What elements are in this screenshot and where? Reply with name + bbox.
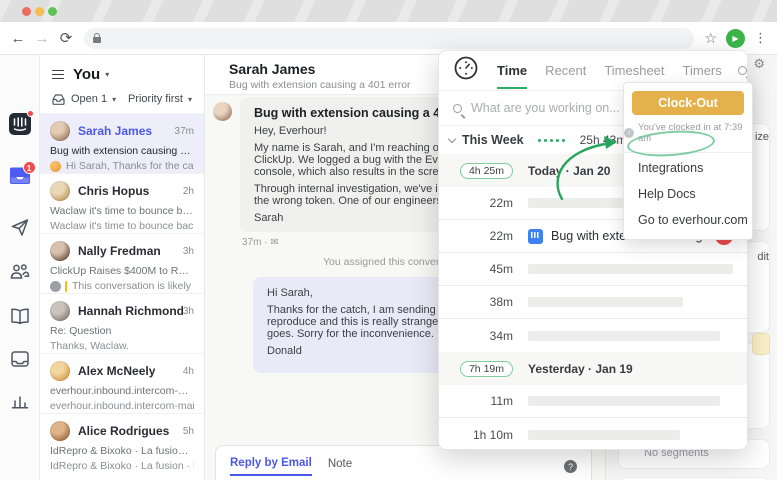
conversation-list: You ▾ Open 1 ▾ Priority first ▾ Sarah Ja… [40, 55, 205, 480]
intercom-task-icon [528, 228, 543, 244]
clock-out-button[interactable]: Clock-Out [632, 91, 744, 115]
conversation-item[interactable]: Nally Fredman 3h ClickUp Raises $400M to… [40, 233, 204, 293]
search-icon[interactable] [737, 62, 747, 80]
open-filter-caret-icon[interactable]: ▾ [112, 95, 116, 104]
forward-icon[interactable]: → [30, 30, 54, 47]
sidebar-item-helpdesk[interactable] [10, 351, 29, 367]
sidebar-item-contacts[interactable] [10, 263, 30, 280]
browser-window: ← → ⟳ ☆ ▶ ⋮ 1 You ▾ Open 1 ▾ Priority fi… [0, 0, 777, 480]
menu-item-help-docs[interactable]: Help Docs [624, 181, 752, 207]
menu-item-go-to-everhour[interactable]: Go to everhour.com [624, 207, 752, 233]
sidebar-item-articles[interactable] [10, 308, 30, 324]
conversation-item[interactable]: Sarah James 37m Bug with extension causi… [40, 113, 204, 173]
inbox-caret-icon[interactable]: ▾ [105, 70, 109, 79]
time-entry-row[interactable]: 1h 10m [439, 418, 747, 449]
avatar [50, 361, 70, 381]
inbox-title[interactable]: You [73, 66, 100, 83]
reply-author-avatar [50, 160, 61, 172]
task-skeleton-bar [528, 330, 720, 341]
address-bar[interactable] [84, 27, 695, 49]
avatar [50, 241, 70, 261]
task-skeleton-bar [528, 396, 720, 406]
account-dropdown-menu: Clock-Out i You've clocked in at 7:39 am… [623, 82, 753, 240]
close-window-button[interactable] [22, 7, 31, 16]
conversation-item[interactable]: Alice Rodrigues 5h IdRepro & Bixoko · La… [40, 413, 204, 473]
day-total-pill: 4h 25m [459, 162, 513, 179]
bot-icon [50, 280, 61, 292]
task-skeleton-bar [528, 297, 683, 307]
day-total-pill: 7h 19m [459, 360, 513, 377]
conversation-item[interactable]: Alex McNeely 4h everhour.inbound.interco… [40, 353, 204, 413]
task-skeleton-bar [528, 264, 733, 274]
info-icon: i [624, 128, 634, 138]
time-entry-row[interactable]: 34m [439, 319, 747, 352]
message-meta: 37m · ✉ [242, 237, 279, 248]
reply-composer: Reply by Email Note ? Type # to add a ma… [215, 445, 592, 480]
open-filter-label[interactable]: Open [71, 93, 98, 105]
avatar [50, 421, 70, 441]
sidebar-item-inbox[interactable]: 1 [9, 161, 36, 185]
tab-reply-by-email[interactable]: Reply by Email [230, 457, 312, 476]
everhour-extension-icon[interactable]: ▶ [726, 28, 745, 48]
customer-avatar [213, 102, 232, 121]
hamburger-menu-icon[interactable] [52, 67, 64, 81]
tab-recent[interactable]: Recent [545, 52, 586, 89]
note-marker [65, 280, 67, 292]
browser-menu-icon[interactable]: ⋮ [754, 30, 767, 46]
envelope-icon: ✉ [270, 237, 279, 248]
conversation-item[interactable]: Chris Hopus 2h Waclaw it's time to bounc… [40, 173, 204, 233]
inbox-count-badge: 1 [22, 161, 36, 174]
day-header-row: 7h 19m Yesterday · Jan 19 [439, 352, 747, 385]
help-icon[interactable]: ? [564, 460, 577, 473]
menu-divider [624, 152, 752, 153]
sidebar-item-reports[interactable] [11, 393, 29, 409]
edit-link-cut[interactable]: dit [757, 251, 769, 263]
open-filter-icon [52, 93, 65, 105]
lock-icon [93, 32, 101, 43]
week-activity-dots [537, 138, 568, 142]
tab-time[interactable]: Time [497, 52, 528, 89]
avatar [50, 301, 70, 321]
tag-chip[interactable] [752, 333, 770, 355]
search-icon [453, 103, 462, 113]
tab-note[interactable]: Note [328, 458, 352, 475]
intercom-logo-icon[interactable] [8, 110, 34, 135]
sort-label[interactable]: Priority first [128, 93, 183, 105]
task-skeleton-bar [528, 429, 680, 440]
app-sidebar: 1 [0, 55, 40, 480]
avatar [50, 181, 70, 201]
conversation-item[interactable]: Hannah Richmonds 3h Re: Question Thanks,… [40, 293, 204, 353]
week-total: 25h 43m [579, 133, 627, 147]
open-count: 1 [100, 93, 108, 105]
collapse-chevron-icon[interactable] [447, 134, 457, 144]
menu-item-integrations[interactable]: Integrations [624, 155, 752, 181]
gear-icon[interactable]: ⚙ [753, 56, 765, 72]
sidebar-item-outbound[interactable] [10, 218, 29, 237]
zoom-window-button[interactable] [48, 7, 57, 16]
back-icon[interactable]: ← [6, 30, 30, 47]
window-titlebar [0, 0, 777, 22]
clocked-in-status: i You've clocked in at 7:39 am [624, 122, 752, 144]
avatar [50, 121, 70, 141]
notification-dot [26, 110, 34, 117]
reload-icon[interactable]: ⟳ [54, 29, 78, 47]
everhour-logo-icon [453, 55, 479, 86]
time-entry-row[interactable]: 45m [439, 253, 747, 286]
sort-caret-icon[interactable]: ▾ [188, 95, 192, 104]
time-entry-row[interactable]: 38m [439, 286, 747, 319]
day-label: Yesterday · Jan 19 [528, 361, 633, 376]
summarize-button-cut[interactable]: ize [755, 131, 769, 143]
minimize-window-button[interactable] [35, 7, 44, 16]
week-label: This Week [462, 133, 524, 147]
time-entry-row[interactable]: 11m [439, 385, 747, 418]
day-label: Today · Jan 20 [528, 163, 611, 178]
bookmark-star-icon[interactable]: ☆ [704, 30, 717, 47]
